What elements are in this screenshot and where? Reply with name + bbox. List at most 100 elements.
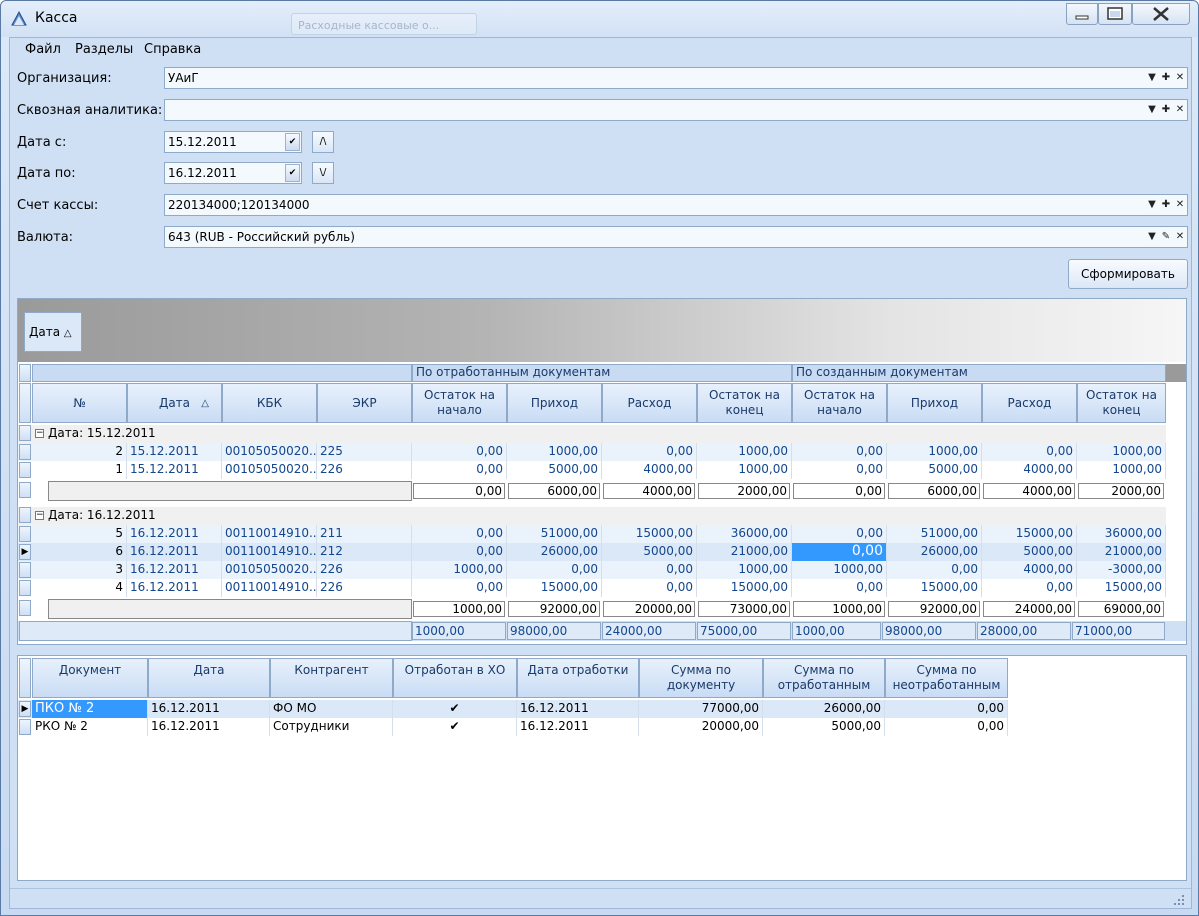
column-header[interactable]: Остаток на конец [697, 383, 792, 423]
table-cell[interactable]: 36000,00 [1077, 525, 1166, 543]
table-cell[interactable]: 77000,00 [639, 700, 763, 718]
table-cell[interactable]: 1000,00 [697, 461, 792, 479]
date-up-button[interactable]: /\ [312, 131, 334, 153]
column-header[interactable]: Документ [32, 658, 148, 698]
table-cell[interactable]: 0,00 [412, 579, 507, 597]
table-cell[interactable]: 5000,00 [982, 543, 1077, 561]
table-cell[interactable]: 0,00 [507, 561, 602, 579]
document-row[interactable]: РКО № 2 16.12.2011 Сотрудники ✔ 16.12.2011 20… [18, 718, 1008, 736]
table-row[interactable]: 5 16.12.2011 00110014910... 211 0,00 51000,00… [18, 525, 1166, 543]
table-cell[interactable]: 00105050020... [222, 443, 317, 461]
table-row[interactable]: 1 15.12.2011 00105050020... 226 0,00 5000,00 4… [18, 461, 1166, 479]
currency-combo[interactable]: 643 (RUB - Российский рубль) ▼ ✎ ✕ [164, 226, 1188, 248]
clear-icon[interactable]: ✕ [1173, 229, 1187, 245]
worked-checkbox[interactable]: ✔ [393, 718, 517, 736]
column-header[interactable]: Сумма по документу [639, 658, 763, 698]
table-row[interactable]: 2 15.12.2011 00105050020... 225 0,00 1000,00 0… [18, 443, 1166, 461]
dropdown-icon[interactable]: ▼ [1145, 229, 1159, 245]
dropdown-icon[interactable]: ▼ [1145, 197, 1159, 213]
menu-help[interactable]: Справка [144, 42, 201, 57]
table-cell[interactable]: ПКО № 2 [32, 700, 148, 718]
table-cell[interactable]: 16.12.2011 [148, 700, 270, 718]
table-cell[interactable]: 1000,00 [412, 561, 507, 579]
menu-file[interactable]: Файл [25, 42, 61, 57]
dropdown-icon[interactable]: ▼ [1145, 70, 1159, 86]
calendar-dropdown-icon[interactable]: ✔ [285, 164, 300, 182]
table-cell[interactable]: 36000,00 [697, 525, 792, 543]
table-cell[interactable]: 51000,00 [887, 525, 982, 543]
table-cell[interactable]: 0,00 [602, 579, 697, 597]
group-row[interactable]: − Дата: 15.12.2011 [18, 425, 1166, 443]
table-cell[interactable]: 15.12.2011 [127, 443, 222, 461]
table-cell[interactable]: 51000,00 [507, 525, 602, 543]
table-cell[interactable]: 16.12.2011 [127, 525, 222, 543]
column-header[interactable]: Дата [148, 658, 270, 698]
table-cell[interactable]: 16.12.2011 [127, 561, 222, 579]
table-cell[interactable]: 0,00 [412, 543, 507, 561]
table-cell[interactable]: 0,00 [982, 443, 1077, 461]
table-cell[interactable]: 1000,00 [697, 443, 792, 461]
table-cell[interactable]: 16.12.2011 [517, 718, 639, 736]
table-cell[interactable]: 4000,00 [602, 461, 697, 479]
table-cell[interactable]: ФО МО [270, 700, 393, 718]
table-cell[interactable]: 00110014910... [222, 579, 317, 597]
table-cell[interactable]: 1000,00 [1077, 443, 1166, 461]
table-cell[interactable]: 0,00 [792, 543, 887, 561]
table-cell[interactable]: 6 [48, 543, 127, 561]
table-cell[interactable]: 2 [48, 443, 127, 461]
table-cell[interactable]: 21000,00 [1077, 543, 1166, 561]
column-header[interactable]: № [32, 383, 127, 423]
table-cell[interactable]: Сотрудники [270, 718, 393, 736]
menu-sections[interactable]: Разделы [75, 42, 133, 57]
add-icon[interactable]: ✚ [1159, 197, 1173, 213]
document-row[interactable]: ▶ ПКО № 2 16.12.2011 ФО МО ✔ 16.12.2011 77000,… [18, 700, 1008, 718]
table-cell[interactable]: 26000,00 [887, 543, 982, 561]
table-cell[interactable]: РКО № 2 [32, 718, 148, 736]
table-cell[interactable]: 15000,00 [887, 579, 982, 597]
table-cell[interactable]: 0,00 [602, 561, 697, 579]
table-cell[interactable]: 15000,00 [602, 525, 697, 543]
organization-combo[interactable]: УАиГ ▼ ✚ ✕ [164, 67, 1188, 89]
table-cell[interactable]: 0,00 [982, 579, 1077, 597]
table-cell[interactable]: 00105050020... [222, 461, 317, 479]
column-header[interactable]: Дата отработки [517, 658, 639, 698]
minimize-button[interactable] [1066, 3, 1098, 25]
table-cell[interactable]: 211 [317, 525, 412, 543]
clear-icon[interactable]: ✕ [1173, 70, 1187, 86]
column-header[interactable]: Дата △ [127, 383, 222, 423]
table-cell[interactable]: 15000,00 [1077, 579, 1166, 597]
analytics-combo[interactable]: ▼ ✚ ✕ [164, 99, 1188, 121]
column-header[interactable]: КБК [222, 383, 317, 423]
table-cell[interactable]: 1 [48, 461, 127, 479]
table-cell[interactable]: 0,00 [792, 443, 887, 461]
calendar-dropdown-icon[interactable]: ✔ [285, 133, 300, 151]
table-cell[interactable]: 16.12.2011 [127, 579, 222, 597]
table-cell[interactable]: 0,00 [602, 443, 697, 461]
table-cell[interactable]: 0,00 [792, 525, 887, 543]
column-header[interactable]: Остаток на начало [792, 383, 887, 423]
table-cell[interactable]: 0,00 [412, 461, 507, 479]
worked-checkbox[interactable]: ✔ [393, 700, 517, 718]
resize-grip-icon[interactable] [1173, 894, 1185, 906]
add-icon[interactable]: ✚ [1159, 102, 1173, 118]
clear-icon[interactable]: ✕ [1173, 197, 1187, 213]
table-cell[interactable]: 16.12.2011 [148, 718, 270, 736]
table-cell[interactable]: 226 [317, 461, 412, 479]
collapse-icon[interactable]: − [35, 429, 44, 438]
column-header[interactable]: Приход [887, 383, 982, 423]
table-cell[interactable]: 1000,00 [887, 443, 982, 461]
add-icon[interactable]: ✚ [1159, 70, 1173, 86]
table-cell[interactable]: 226 [317, 561, 412, 579]
table-cell[interactable]: 00110014910... [222, 543, 317, 561]
column-header[interactable]: Сумма по неотработанным [885, 658, 1008, 698]
table-cell[interactable]: 5000,00 [507, 461, 602, 479]
table-cell[interactable]: 0,00 [885, 718, 1008, 736]
date-down-button[interactable]: \/ [312, 162, 334, 184]
dropdown-icon[interactable]: ▼ [1145, 102, 1159, 118]
column-header[interactable]: Остаток на конец [1077, 383, 1166, 423]
table-cell[interactable]: 0,00 [792, 579, 887, 597]
group-row[interactable]: − Дата: 16.12.2011 [18, 507, 1166, 525]
table-cell[interactable]: 4000,00 [982, 461, 1077, 479]
column-header[interactable]: Расход [982, 383, 1077, 423]
table-cell[interactable]: 212 [317, 543, 412, 561]
